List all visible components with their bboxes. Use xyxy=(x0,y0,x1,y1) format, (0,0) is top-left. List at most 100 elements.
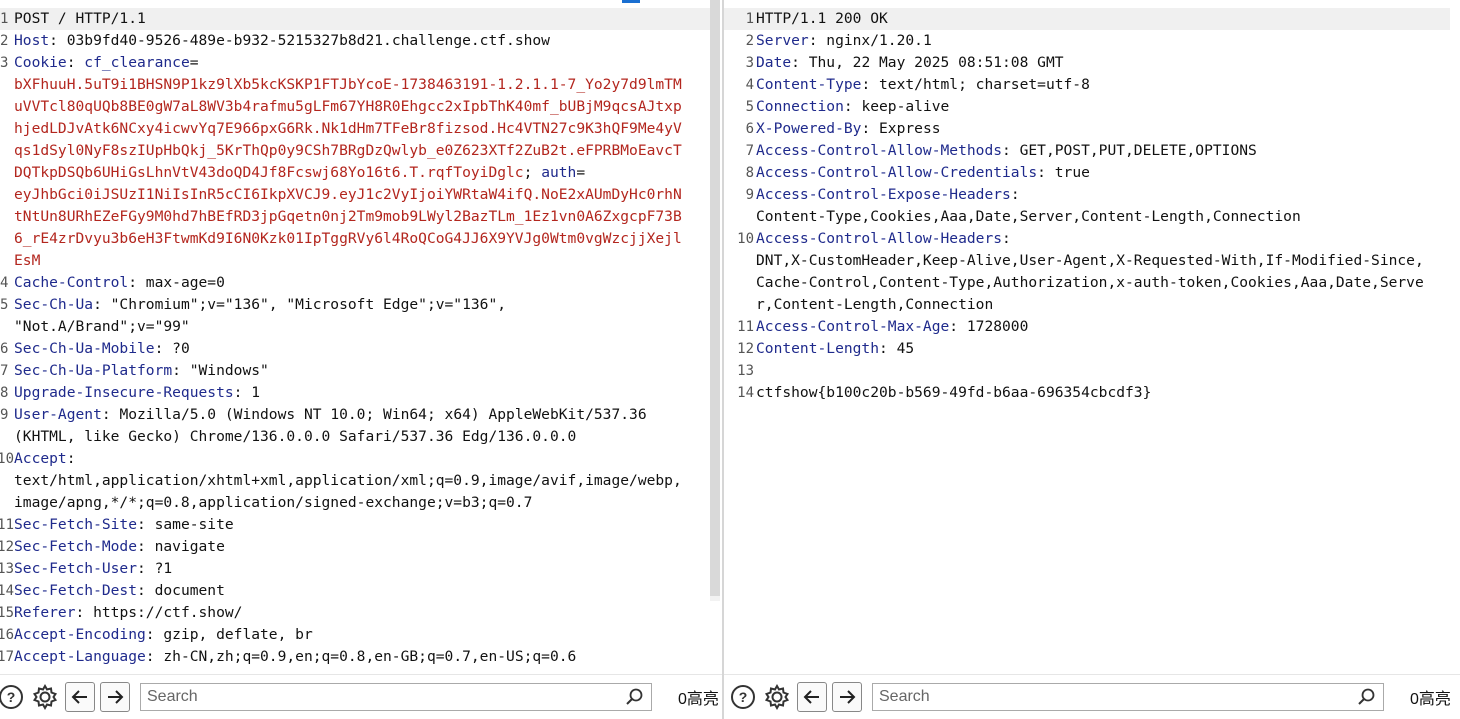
line-content[interactable]: hjedLDJvAtk6NCxy4icwvYq7E966pxG6Rk.Nk1dH… xyxy=(14,118,710,140)
line-content[interactable]: EsM xyxy=(14,250,710,272)
code-line[interactable]: hjedLDJvAtk6NCxy4icwvYq7E966pxG6Rk.Nk1dH… xyxy=(0,118,710,140)
line-content[interactable]: HTTP/1.1 200 OK xyxy=(754,8,1450,30)
code-line[interactable]: 15 Referer: https://ctf.show/ xyxy=(0,602,710,624)
code-line[interactable]: 13 Sec-Fetch-User: ?1 xyxy=(0,558,710,580)
line-content[interactable]: Host: 03b9fd40-9526-489e-b932-5215327b8d… xyxy=(14,30,710,52)
code-line[interactable]: 17 Accept-Language: zh-CN,zh;q=0.9,en;q=0… xyxy=(0,646,710,668)
line-content[interactable]: (KHTML, like Gecko) Chrome/136.0.0.0 Saf… xyxy=(14,426,710,448)
code-line[interactable]: 6 X-Powered-By: Express xyxy=(724,118,1450,140)
code-line[interactable]: 2 Host: 03b9fd40-9526-489e-b932-5215327b8… xyxy=(0,30,710,52)
code-line[interactable]: 10 Accept: xyxy=(0,448,710,470)
code-line[interactable]: 14 ctfshow{b100c20b-b569-49fd-b6aa-696354… xyxy=(724,382,1450,404)
code-line[interactable]: 5 Connection: keep-alive xyxy=(724,96,1450,118)
code-line[interactable]: 16 Accept-Encoding: gzip, deflate, br xyxy=(0,624,710,646)
line-content[interactable]: text/html,application/xhtml+xml,applicat… xyxy=(14,470,710,492)
code-line[interactable]: 9 User-Agent: Mozilla/5.0 (Windows NT 10.… xyxy=(0,404,710,426)
request-scrollbar-thumb[interactable] xyxy=(710,0,720,596)
code-line[interactable]: 12 Sec-Fetch-Mode: navigate xyxy=(0,536,710,558)
help-icon[interactable]: ? xyxy=(728,682,758,712)
code-line[interactable]: 3 Cookie: cf_clearance= xyxy=(0,52,710,74)
gear-icon[interactable] xyxy=(30,682,60,712)
response-editor[interactable]: 1 HTTP/1.1 200 OK 2 Server: nginx/1.20.1 3 Da… xyxy=(724,8,1450,675)
code-line[interactable]: Cache-Control,Content-Type,Authorization… xyxy=(724,272,1450,294)
line-content[interactable]: Sec-Fetch-Mode: navigate xyxy=(14,536,710,558)
line-content[interactable]: Content-Type: text/html; charset=utf-8 xyxy=(754,74,1450,96)
line-content[interactable]: ctfshow{b100c20b-b569-49fd-b6aa-696354cb… xyxy=(754,382,1450,404)
code-line[interactable]: image/apng,*/*;q=0.8,application/signed-… xyxy=(0,492,710,514)
code-line[interactable]: 12 Content-Length: 45 xyxy=(724,338,1450,360)
code-line[interactable]: 7 Access-Control-Allow-Methods: GET,POST,… xyxy=(724,140,1450,162)
line-content[interactable]: Access-Control-Allow-Credentials: true xyxy=(754,162,1450,184)
line-content[interactable]: qs1dSyl0NyF8szIUpHbQkj_5KrThQp0y9CSh7BRg… xyxy=(14,140,710,162)
code-line[interactable]: EsM xyxy=(0,250,710,272)
code-line[interactable]: 5 Sec-Ch-Ua: "Chromium";v="136", "Microso… xyxy=(0,294,710,316)
line-content[interactable]: Accept-Language: zh-CN,zh;q=0.9,en;q=0.8… xyxy=(14,646,710,668)
line-content[interactable]: Access-Control-Max-Age: 1728000 xyxy=(754,316,1450,338)
line-content[interactable]: eyJhbGci0iJSUzI1NiIsInR5cCI6IkpXVCJ9.eyJ… xyxy=(14,184,710,206)
code-line[interactable]: (KHTML, like Gecko) Chrome/136.0.0.0 Saf… xyxy=(0,426,710,448)
line-content[interactable]: Cache-Control,Content-Type,Authorization… xyxy=(754,272,1450,294)
line-content[interactable]: X-Powered-By: Express xyxy=(754,118,1450,140)
line-content[interactable]: Sec-Fetch-User: ?1 xyxy=(14,558,710,580)
code-line[interactable]: 3 Date: Thu, 22 May 2025 08:51:08 GMT xyxy=(724,52,1450,74)
line-content[interactable]: r,Content-Length,Connection xyxy=(754,294,1450,316)
search-input[interactable] xyxy=(141,688,625,706)
search-icon[interactable] xyxy=(1357,687,1377,707)
code-line[interactable]: 2 Server: nginx/1.20.1 xyxy=(724,30,1450,52)
code-line[interactable]: "Not.A/Brand";v="99" xyxy=(0,316,710,338)
arrow-right-icon[interactable] xyxy=(100,682,130,712)
line-content[interactable]: Content-Type,Cookies,Aaa,Date,Server,Con… xyxy=(754,206,1450,228)
code-line[interactable]: 8 Access-Control-Allow-Credentials: true xyxy=(724,162,1450,184)
request-editor[interactable]: 1 POST / HTTP/1.1 2 Host: 03b9fd40-9526-489… xyxy=(0,8,710,675)
search-input[interactable] xyxy=(873,688,1357,706)
gear-icon[interactable] xyxy=(762,682,792,712)
code-line[interactable]: 9 Access-Control-Expose-Headers: xyxy=(724,184,1450,206)
line-content[interactable]: uVVTcl80qUQb8BE0gW7aL8WV3b4rafmu5gLFm67Y… xyxy=(14,96,710,118)
code-line[interactable]: uVVTcl80qUQb8BE0gW7aL8WV3b4rafmu5gLFm67Y… xyxy=(0,96,710,118)
line-content[interactable]: Accept-Encoding: gzip, deflate, br xyxy=(14,624,710,646)
line-content[interactable]: bXFhuuH.5uT9i1BHSN9P1kz9lXb5kcKSKP1FTJbY… xyxy=(14,74,710,96)
line-content[interactable]: POST / HTTP/1.1 xyxy=(14,8,710,30)
line-content[interactable]: Sec-Ch-Ua-Platform: "Windows" xyxy=(14,360,710,382)
search-icon[interactable] xyxy=(625,687,645,707)
line-content[interactable]: Access-Control-Allow-Headers: xyxy=(754,228,1450,250)
line-content[interactable]: image/apng,*/*;q=0.8,application/signed-… xyxy=(14,492,710,514)
line-content[interactable]: Sec-Ch-Ua-Mobile: ?0 xyxy=(14,338,710,360)
code-line[interactable]: 11 Access-Control-Max-Age: 1728000 xyxy=(724,316,1450,338)
code-line[interactable]: r,Content-Length,Connection xyxy=(724,294,1450,316)
code-line[interactable]: qs1dSyl0NyF8szIUpHbQkj_5KrThQp0y9CSh7BRg… xyxy=(0,140,710,162)
code-line[interactable]: Content-Type,Cookies,Aaa,Date,Server,Con… xyxy=(724,206,1450,228)
line-content[interactable]: Access-Control-Allow-Methods: GET,POST,P… xyxy=(754,140,1450,162)
code-line[interactable]: tNtUn8URhEZeFGy9M0hd7hBEfRD3jpGqetn0nj2T… xyxy=(0,206,710,228)
code-line[interactable]: 8 Upgrade-Insecure-Requests: 1 xyxy=(0,382,710,404)
code-line[interactable]: 13 xyxy=(724,360,1450,382)
code-line[interactable]: 14 Sec-Fetch-Dest: document xyxy=(0,580,710,602)
code-line[interactable]: text/html,application/xhtml+xml,applicat… xyxy=(0,470,710,492)
code-line[interactable]: 10 Access-Control-Allow-Headers: xyxy=(724,228,1450,250)
request-search-box[interactable] xyxy=(140,683,652,711)
help-icon[interactable]: ? xyxy=(0,682,26,712)
arrow-left-icon[interactable] xyxy=(65,682,95,712)
code-line[interactable]: 11 Sec-Fetch-Site: same-site xyxy=(0,514,710,536)
line-content[interactable]: Upgrade-Insecure-Requests: 1 xyxy=(14,382,710,404)
line-content[interactable]: Sec-Fetch-Dest: document xyxy=(14,580,710,602)
code-line[interactable]: DQTkpDSQb6UHiGsLhnVtV43doQD4Jf8Fcswj68Yo… xyxy=(0,162,710,184)
line-content[interactable]: Accept: xyxy=(14,448,710,470)
line-content[interactable]: DNT,X-CustomHeader,Keep-Alive,User-Agent… xyxy=(754,250,1450,272)
line-content[interactable]: DQTkpDSQb6UHiGsLhnVtV43doQD4Jf8Fcswj68Yo… xyxy=(14,162,710,184)
code-line[interactable]: 1 POST / HTTP/1.1 xyxy=(0,8,710,30)
code-line[interactable]: bXFhuuH.5uT9i1BHSN9P1kz9lXb5kcKSKP1FTJbY… xyxy=(0,74,710,96)
arrow-left-icon[interactable] xyxy=(797,682,827,712)
line-content[interactable]: tNtUn8URhEZeFGy9M0hd7hBEfRD3jpGqetn0nj2T… xyxy=(14,206,710,228)
line-content[interactable]: Server: nginx/1.20.1 xyxy=(754,30,1450,52)
code-line[interactable]: 4 Cache-Control: max-age=0 xyxy=(0,272,710,294)
code-line[interactable]: 6_rE4zrDvyu3b6eH3FtwmKd9I6N0Kzk01IpTggRV… xyxy=(0,228,710,250)
line-content[interactable]: Connection: keep-alive xyxy=(754,96,1450,118)
code-line[interactable]: 1 HTTP/1.1 200 OK xyxy=(724,8,1450,30)
code-line[interactable]: 4 Content-Type: text/html; charset=utf-8 xyxy=(724,74,1450,96)
line-content[interactable]: User-Agent: Mozilla/5.0 (Windows NT 10.0… xyxy=(14,404,710,426)
line-content[interactable]: Content-Length: 45 xyxy=(754,338,1450,360)
line-content[interactable]: "Not.A/Brand";v="99" xyxy=(14,316,710,338)
code-line[interactable]: DNT,X-CustomHeader,Keep-Alive,User-Agent… xyxy=(724,250,1450,272)
line-content[interactable] xyxy=(754,360,1450,382)
